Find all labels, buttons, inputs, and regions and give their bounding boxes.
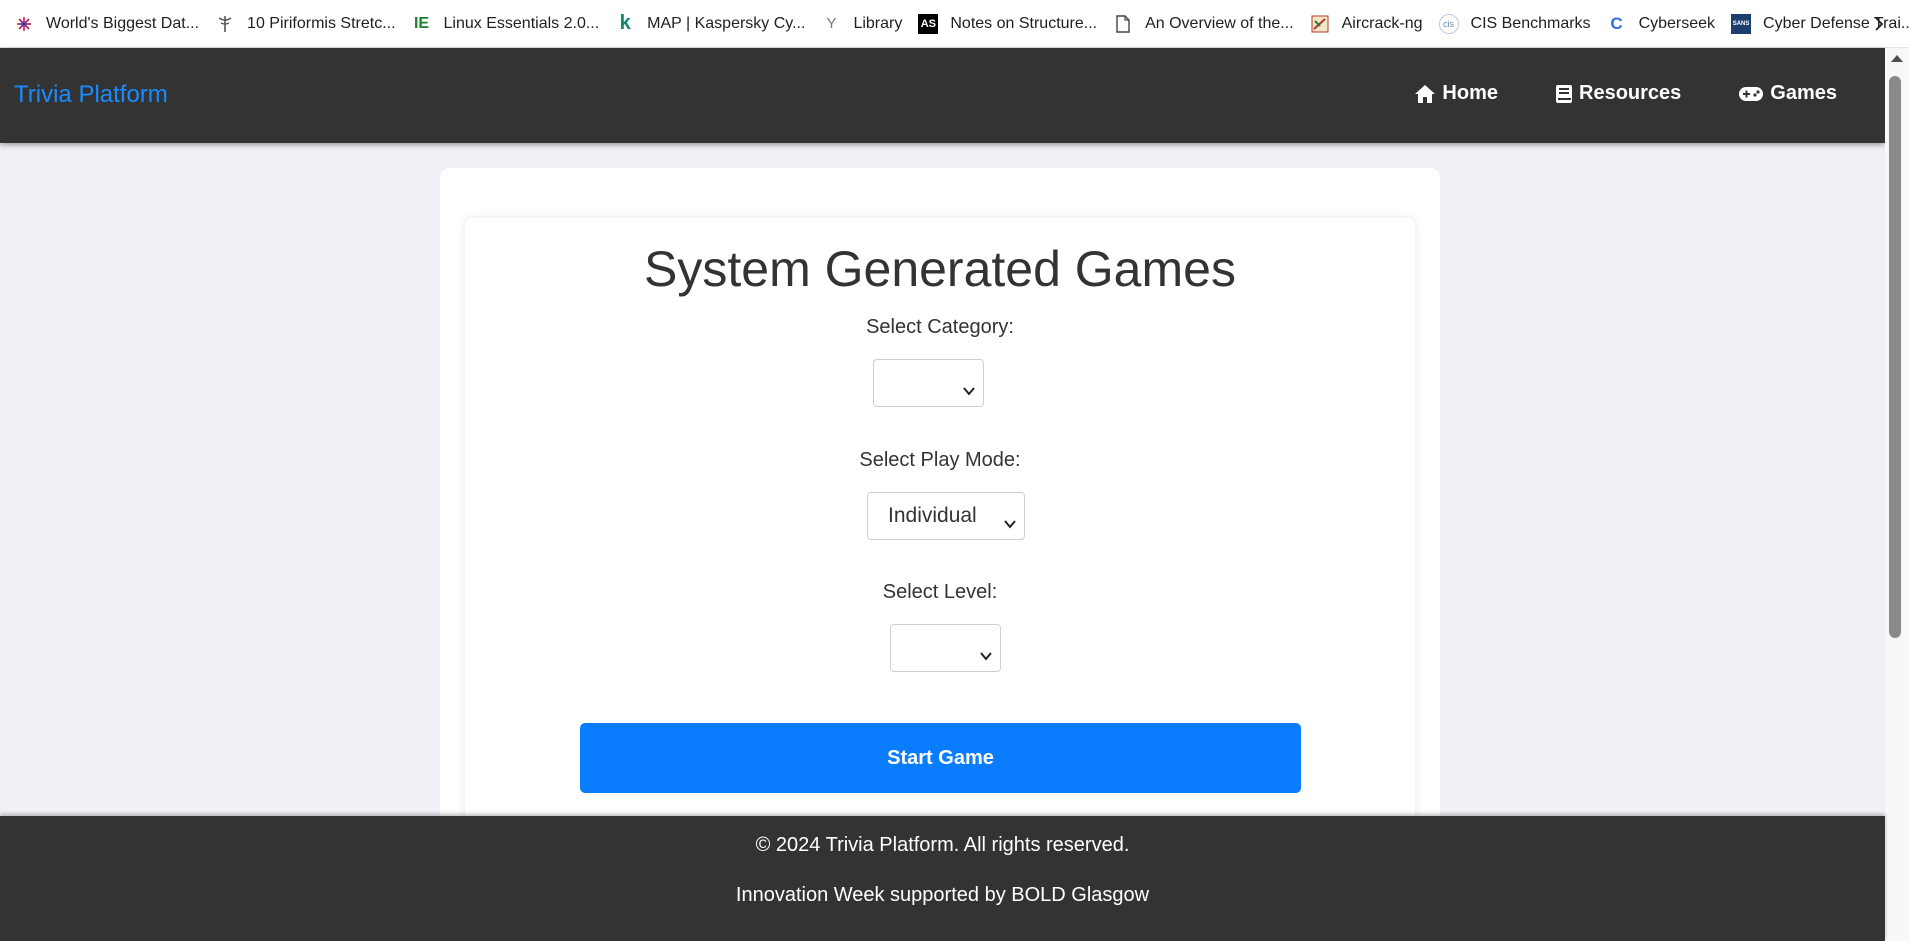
bookmark-label: World's Biggest Dat... (46, 14, 200, 32)
bookmark-label: Aircrack-ng (1341, 14, 1423, 32)
page-title: System Generated Games (644, 241, 1236, 297)
level-select[interactable] (890, 624, 1001, 672)
gamepad-icon (1738, 86, 1764, 102)
home-icon (1414, 84, 1436, 104)
book-icon (1555, 84, 1573, 104)
bookmark-item[interactable]: cis CIS Benchmarks (1433, 8, 1601, 40)
brand-link[interactable]: Trivia Platform (14, 81, 168, 109)
nav-links: Home Resources Games (1414, 82, 1837, 105)
bookmark-item[interactable]: AS Notes on Structure... (912, 8, 1107, 40)
as-logo-icon: AS (918, 13, 939, 34)
bookmark-label: 10 Piriformis Stretc... (247, 14, 396, 32)
page-scrollbar[interactable] (1885, 48, 1909, 941)
nav-home-label: Home (1442, 82, 1498, 104)
sans-logo-icon: SANS (1731, 13, 1752, 34)
bookmark-label: Linux Essentials 2.0... (443, 14, 600, 32)
nav-games-link[interactable]: Games (1738, 82, 1837, 105)
level-label: Select Level: (882, 581, 998, 603)
category-label: Select Category: (866, 316, 1014, 338)
category-select[interactable] (873, 359, 984, 407)
chevron-down-icon (980, 643, 992, 667)
bookmark-item[interactable]: 10 Piriformis Stretc... (209, 8, 405, 40)
play-mode-select[interactable]: Individual (867, 492, 1025, 540)
footer: © 2024 Trivia Platform. All rights reser… (0, 816, 1885, 941)
footer-credit: Innovation Week supported by BOLD Glasgo… (735, 884, 1150, 906)
bookmark-item[interactable]: World's Biggest Dat... (8, 8, 209, 40)
nav-home-link[interactable]: Home (1414, 82, 1498, 105)
cis-logo-icon: cis (1438, 13, 1459, 34)
scrollbar-thumb[interactable] (1889, 76, 1901, 638)
aircrack-icon (1310, 14, 1330, 34)
bookmark-label: Notes on Structure... (950, 14, 1098, 32)
starburst-icon (14, 14, 34, 34)
bookmark-label: Cyberseek (1638, 14, 1716, 32)
chevron-right-icon[interactable] (1867, 12, 1891, 36)
bookmarks-bar: World's Biggest Dat... 10 Piriformis Str… (0, 0, 1909, 48)
nav-resources-link[interactable]: Resources (1555, 82, 1681, 105)
document-icon (1113, 14, 1133, 34)
chevron-down-icon (1004, 511, 1016, 535)
bookmark-item[interactable]: An Overview of the... (1107, 8, 1304, 40)
bookmark-item[interactable]: IE Linux Essentials 2.0... (406, 8, 610, 40)
kaspersky-k-icon: k (619, 12, 631, 34)
chevron-down-icon (963, 378, 975, 402)
bookmark-item[interactable]: Aircrack-ng (1304, 8, 1433, 40)
start-game-button[interactable]: Start Game (580, 723, 1301, 793)
play-mode-select-value: Individual (888, 504, 977, 527)
scroll-up-arrow-icon[interactable] (1891, 55, 1903, 62)
bookmark-item[interactable]: k MAP | Kaspersky Cy... (609, 8, 815, 40)
navbar: Trivia Platform Home Resources Games (0, 48, 1885, 143)
cyberseek-c-icon: C (1610, 13, 1623, 33)
bookmark-item[interactable]: C Cyberseek (1601, 8, 1725, 40)
bookmark-label: An Overview of the... (1145, 14, 1294, 32)
nav-games-label: Games (1770, 82, 1837, 104)
caduceus-icon (215, 14, 235, 34)
nav-resources-label: Resources (1579, 82, 1682, 104)
play-mode-label: Select Play Mode: (859, 449, 1021, 471)
y-logo-icon: Y (826, 15, 837, 32)
bookmark-label: CIS Benchmarks (1470, 14, 1591, 32)
ie-logo-icon: IE (413, 14, 430, 32)
bookmark-label: Library (853, 14, 903, 32)
bookmark-label: MAP | Kaspersky Cy... (647, 14, 806, 32)
footer-copyright: © 2024 Trivia Platform. All rights reser… (755, 834, 1130, 856)
bookmark-item[interactable]: Y Library (815, 8, 912, 40)
